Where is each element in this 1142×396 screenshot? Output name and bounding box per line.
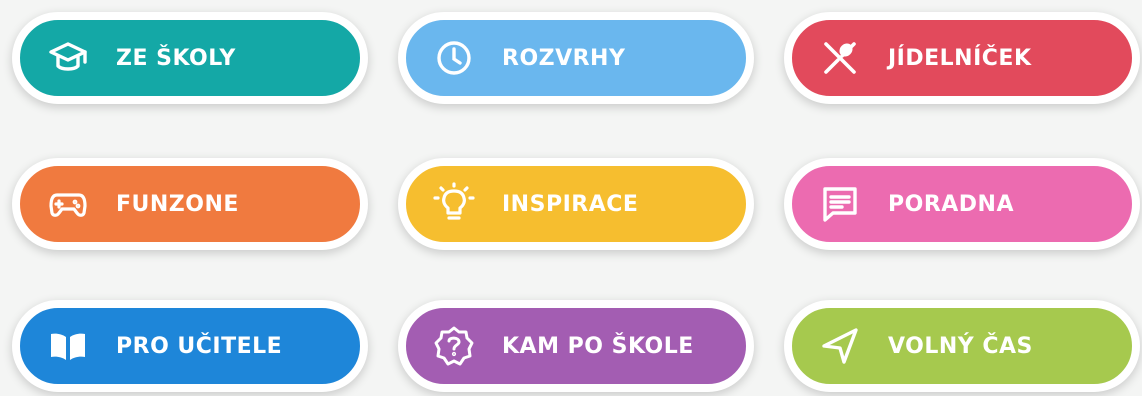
lightbulb-icon (433, 182, 475, 224)
menu-button-volny-cas[interactable]: VOLNÝ ČAS (784, 300, 1140, 392)
graduation-cap-icon (48, 38, 88, 78)
clock-icon (434, 38, 474, 78)
question-badge-icon (434, 326, 474, 366)
menu-button-poradna[interactable]: PORADNA (784, 158, 1140, 250)
menu-label: KAM PO ŠKOLE (502, 333, 694, 359)
menu-button-inspirace[interactable]: INSPIRACE (398, 158, 754, 250)
menu-label: JÍDELNÍČEK (888, 45, 1032, 71)
menu-button-jidelnicek[interactable]: JÍDELNÍČEK (784, 12, 1140, 104)
menu-button-kam-po-skole[interactable]: KAM PO ŠKOLE (398, 300, 754, 392)
menu-button-ze-skoly[interactable]: ZE ŠKOLY (12, 12, 368, 104)
menu-label: INSPIRACE (502, 191, 639, 217)
gamepad-icon (48, 184, 88, 224)
menu-button-funzone[interactable]: FUNZONE (12, 158, 368, 250)
chat-bubble-icon (820, 184, 860, 224)
fork-knife-icon (820, 38, 860, 78)
menu-label: FUNZONE (116, 191, 239, 217)
navigation-arrow-icon (820, 326, 860, 366)
menu-label: PRO UČITELE (116, 333, 283, 359)
menu-label: PORADNA (888, 191, 1014, 217)
menu-label: ZE ŠKOLY (116, 45, 236, 71)
menu-grid: ZE ŠKOLY ROZVRHY JÍDELNÍČEK FUNZONE INSP… (0, 0, 1142, 396)
menu-button-pro-ucitele[interactable]: PRO UČITELE (12, 300, 368, 392)
open-book-icon (48, 326, 88, 366)
menu-button-rozvrhy[interactable]: ROZVRHY (398, 12, 754, 104)
menu-label: VOLNÝ ČAS (888, 333, 1033, 359)
menu-label: ROZVRHY (502, 45, 626, 71)
